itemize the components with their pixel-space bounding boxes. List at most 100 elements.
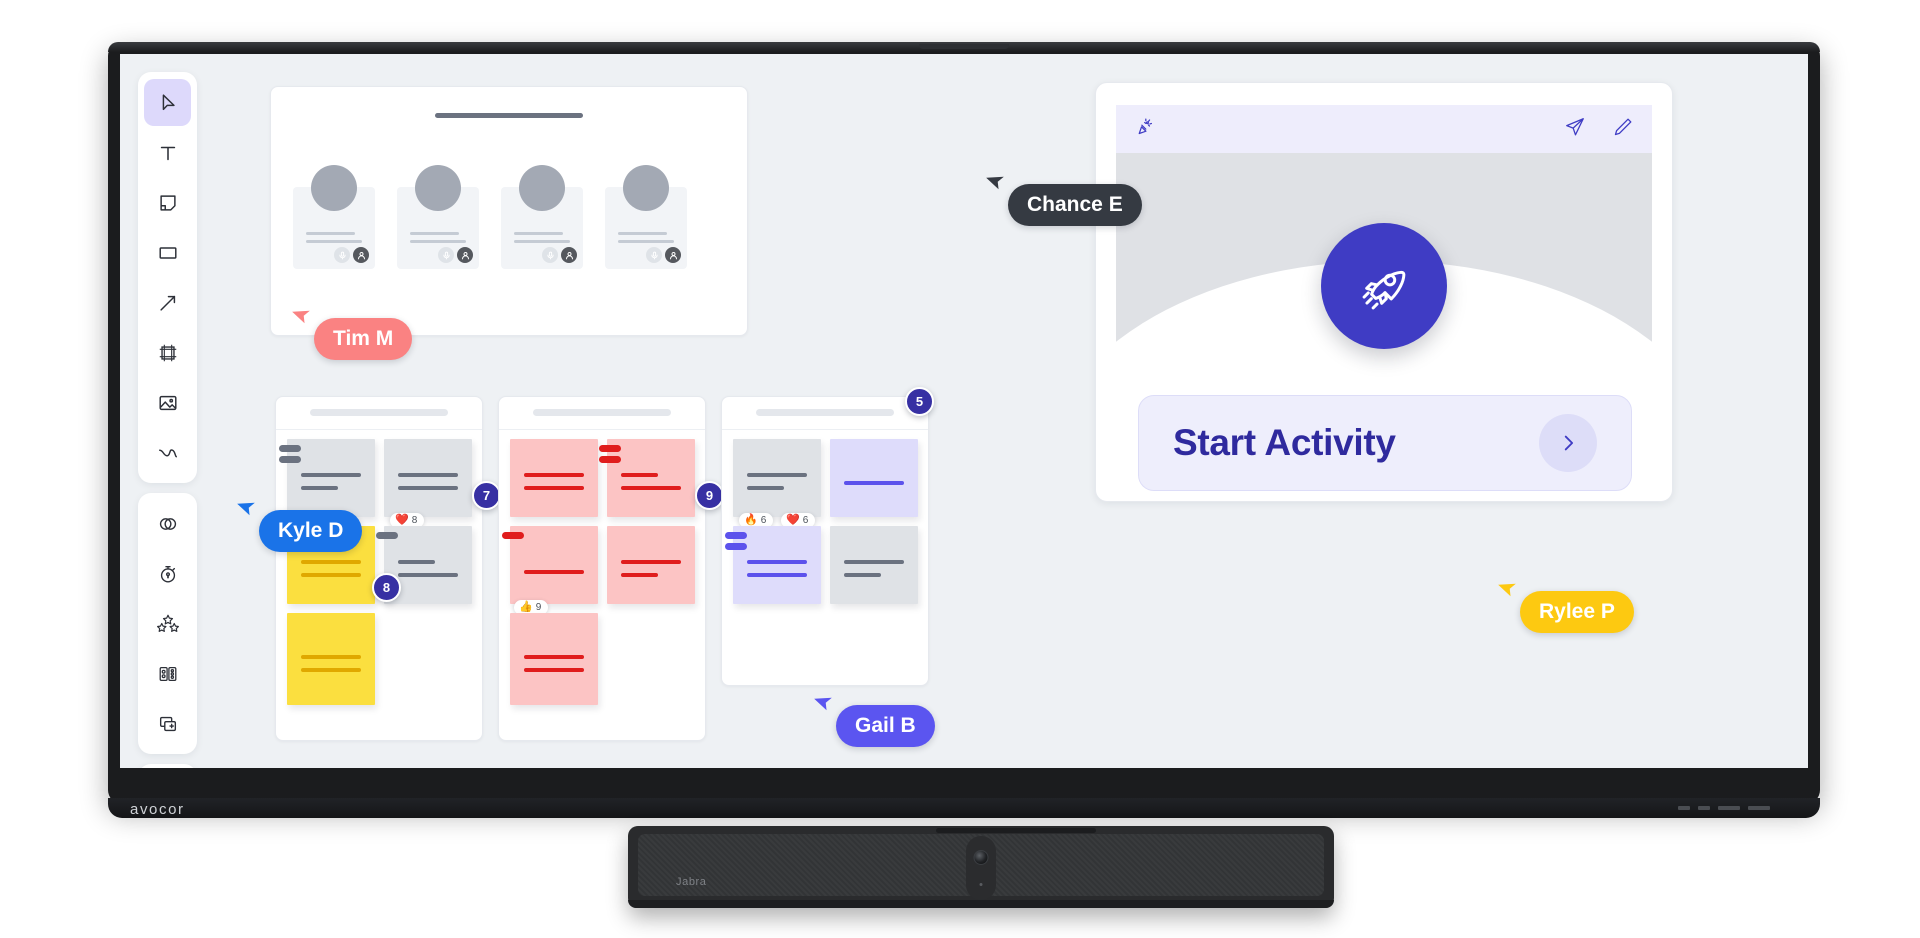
fire-icon: 🔥	[744, 514, 758, 526]
sticky-note[interactable]	[607, 526, 695, 604]
start-activity-button[interactable]: Start Activity	[1138, 395, 1632, 491]
heart-icon: ❤️	[786, 514, 800, 526]
party-popper-icon[interactable]	[1134, 116, 1155, 142]
reaction-count: 6	[802, 515, 809, 526]
panel-title-placeholder	[435, 113, 583, 118]
camera-on-icon	[353, 247, 369, 263]
participant-status-badges	[438, 247, 473, 263]
board-panel-1[interactable]: ❤️ 8 7 8	[275, 396, 501, 741]
note-text-placeholder	[301, 560, 361, 586]
note-text-placeholder	[524, 570, 584, 583]
participant-status-badges	[646, 247, 681, 263]
activity-card-header	[1116, 105, 1652, 153]
cursor-label: Rylee P	[1520, 591, 1634, 633]
note-grid: 👍 9	[502, 439, 696, 705]
start-activity-label: Start Activity	[1173, 422, 1396, 463]
sticky-note[interactable]	[287, 613, 375, 705]
mic-muted-icon	[646, 247, 662, 263]
display-bottom-bezel	[108, 798, 1820, 818]
display-top-notch	[919, 44, 1009, 49]
toolbar-group-draw-tools	[138, 72, 197, 483]
note-text-placeholder	[398, 560, 458, 586]
tool-frame-icon[interactable]	[144, 329, 191, 376]
note-text-placeholder	[844, 481, 904, 494]
mic-muted-icon	[438, 247, 454, 263]
note-text-placeholder	[844, 560, 904, 586]
participant-card[interactable]	[397, 165, 479, 269]
note-text-placeholder	[621, 560, 681, 586]
sticky-note[interactable]: 🔥 6 ❤️ 6	[733, 439, 821, 528]
status-led	[979, 883, 983, 886]
cursor-label: Gail B	[836, 705, 935, 747]
sticky-note[interactable]	[279, 439, 375, 517]
note-text-placeholder	[621, 473, 681, 499]
tool-board-grid-icon[interactable]	[144, 650, 191, 697]
note-text-placeholder	[398, 473, 458, 499]
pencil-icon[interactable]	[1612, 116, 1634, 143]
left-toolbar	[138, 72, 197, 768]
avatar	[311, 165, 357, 211]
start-activity-card[interactable]: Start Activity	[1095, 82, 1673, 502]
sticky-note[interactable]	[830, 439, 918, 517]
note-text-placeholder	[301, 473, 361, 499]
chevron-right-icon[interactable]	[1539, 414, 1597, 472]
toolbar-group-activity-tools	[138, 493, 197, 754]
note-text-placeholder	[524, 473, 584, 499]
sticky-note[interactable]	[510, 613, 598, 705]
tool-sticky-note-icon[interactable]	[144, 179, 191, 226]
sticky-note[interactable]	[725, 526, 821, 604]
participant-card[interactable]	[293, 165, 375, 269]
tool-stars-rating-icon[interactable]	[144, 600, 191, 647]
cursor-pointer-icon	[1498, 583, 1516, 597]
cursor-pointer-icon	[237, 502, 255, 516]
participant-text-placeholder	[306, 232, 362, 248]
sticky-note[interactable]	[599, 439, 695, 517]
cursor-pointer-icon	[986, 176, 1004, 190]
participant-card[interactable]	[605, 165, 687, 269]
cursor-pointer-icon	[292, 310, 310, 324]
sticky-note[interactable]: ❤️ 8	[384, 439, 472, 528]
whiteboard-canvas[interactable]: ❤️ 8 7 8 👍 9 9 🔥 6 ❤️ 6 5 Start Activity…	[120, 54, 1808, 768]
sticky-note[interactable]: 👍 9	[502, 526, 598, 615]
board-panel-3[interactable]: 🔥 6 ❤️ 6 5	[721, 387, 934, 686]
board-header	[276, 397, 482, 430]
avocor-brand-label: avocor	[130, 801, 185, 818]
soundbar-base	[628, 900, 1334, 908]
note-tab-marks	[376, 532, 398, 543]
thumbs-up-icon: 👍	[519, 601, 533, 613]
activity-card-header-actions	[1564, 116, 1634, 143]
avocor-display-shell: ❤️ 8 7 8 👍 9 9 🔥 6 ❤️ 6 5 Start Activity…	[108, 42, 1820, 804]
send-icon[interactable]	[1564, 116, 1586, 143]
rocket-icon	[1321, 223, 1447, 349]
note-count-bubble[interactable]: 5	[905, 387, 934, 416]
board-panel-2[interactable]: 👍 9 9	[498, 396, 724, 741]
avatar	[623, 165, 669, 211]
note-count-bubble[interactable]: 8	[372, 573, 401, 602]
reaction-count: 6	[760, 515, 767, 526]
tool-rectangle-icon[interactable]	[144, 229, 191, 276]
screenshot-root: ❤️ 8 7 8 👍 9 9 🔥 6 ❤️ 6 5 Start Activity…	[0, 0, 1920, 938]
tool-cursor-icon[interactable]	[144, 79, 191, 126]
tool-add-duplicate-icon[interactable]	[144, 700, 191, 747]
bezel-ports	[1678, 806, 1770, 810]
participants-panel[interactable]	[270, 86, 748, 336]
tool-text-icon[interactable]	[144, 129, 191, 176]
cursor-label: Kyle D	[259, 510, 363, 552]
sticky-note[interactable]	[510, 439, 598, 517]
sticky-note[interactable]	[830, 526, 918, 604]
tool-timer-icon[interactable]	[144, 550, 191, 597]
jabra-brand-label: Jabra	[676, 876, 707, 888]
note-text-placeholder	[301, 655, 361, 681]
tool-venn-diagram-icon[interactable]	[144, 500, 191, 547]
note-count-bubble[interactable]: 9	[695, 481, 724, 510]
reaction-count: 8	[411, 515, 418, 526]
participant-card[interactable]	[501, 165, 583, 269]
note-count-bubble[interactable]: 7	[472, 481, 501, 510]
camera-lens-icon	[973, 850, 989, 865]
board-header	[722, 397, 928, 430]
tool-scribble-icon[interactable]	[144, 429, 191, 476]
mic-muted-icon	[334, 247, 350, 263]
cursor-pointer-icon	[814, 697, 832, 711]
tool-image-icon[interactable]	[144, 379, 191, 426]
tool-arrow-icon[interactable]	[144, 279, 191, 326]
